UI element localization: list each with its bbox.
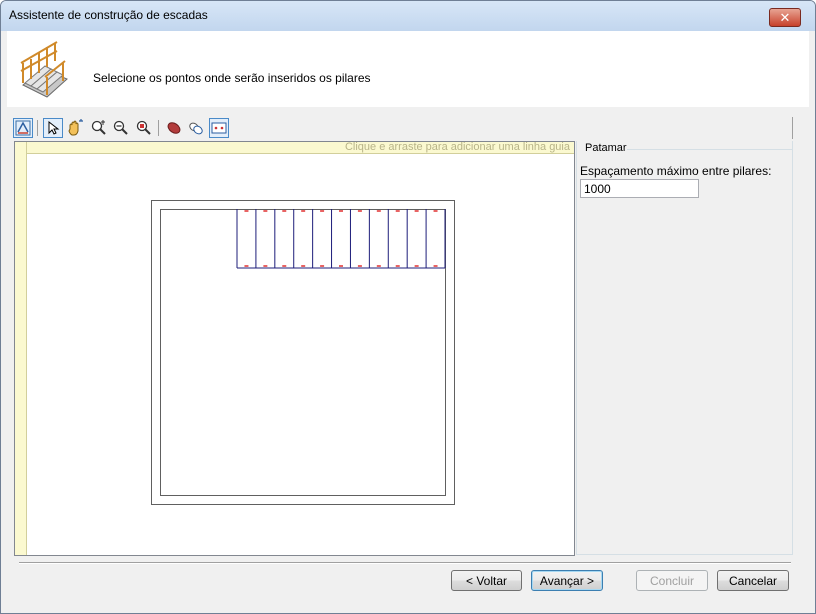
wizard-window: Assistente de construção de escadas ✕ Se… <box>0 0 816 614</box>
landing-outer-outline <box>151 200 455 505</box>
stair-railing-icon <box>20 41 68 98</box>
stair-flight <box>236 209 446 269</box>
close-button[interactable]: ✕ <box>769 8 801 27</box>
wizard-header: Selecione os pontos onde serão inseridos… <box>7 31 809 107</box>
pillar-spacing-button[interactable] <box>209 118 229 138</box>
close-icon: ✕ <box>779 10 791 25</box>
zoom-extents-icon <box>136 120 151 135</box>
cancel-button[interactable]: Cancelar <box>717 570 789 591</box>
title-bar[interactable]: Assistente de construção de escadas ✕ <box>1 1 815 31</box>
back-button[interactable]: < Voltar <box>451 570 522 591</box>
delete-pillar-button[interactable] <box>164 118 184 138</box>
select-button[interactable] <box>43 118 63 138</box>
pan-hand-icon <box>68 119 83 136</box>
toolbar-separator <box>37 120 38 136</box>
select-pointer-icon <box>48 120 60 135</box>
pillar-spacing-icon <box>211 122 227 134</box>
toggle-view-icon <box>15 120 31 136</box>
drawing-canvas[interactable]: Clique e arraste para adicionar uma linh… <box>14 141 575 556</box>
properties-panel <box>576 141 793 555</box>
zoom-in-button[interactable] <box>89 118 109 138</box>
toolbar-separator <box>158 120 159 136</box>
vertical-ruler[interactable] <box>15 142 27 555</box>
window-title: Assistente de construção de escadas <box>9 8 208 22</box>
next-button[interactable]: Avançar > <box>531 570 603 591</box>
copy-pillar-icon <box>189 122 203 135</box>
panel-tab-area <box>576 117 793 139</box>
bottom-separator <box>19 562 791 564</box>
copy-pillar-button[interactable] <box>186 118 206 138</box>
finish-button[interactable]: Concluir <box>636 570 708 591</box>
horizontal-ruler[interactable]: Clique e arraste para adicionar uma linh… <box>15 142 574 154</box>
toggle-view-button[interactable] <box>13 118 33 138</box>
stair-plan-drawing[interactable] <box>15 142 574 555</box>
instruction-text: Selecione os pontos onde serão inseridos… <box>93 71 371 85</box>
zoom-out-button[interactable] <box>111 118 131 138</box>
delete-pillar-icon <box>167 122 181 134</box>
ruler-hint-text: Clique e arraste para adicionar uma linh… <box>344 141 570 153</box>
pan-button[interactable] <box>65 118 85 138</box>
landing-inner-outline <box>160 209 446 496</box>
zoom-extents-button[interactable] <box>134 118 154 138</box>
zoom-out-icon <box>113 120 128 135</box>
zoom-in-icon <box>91 120 106 135</box>
drawing-toolbar <box>13 116 573 140</box>
